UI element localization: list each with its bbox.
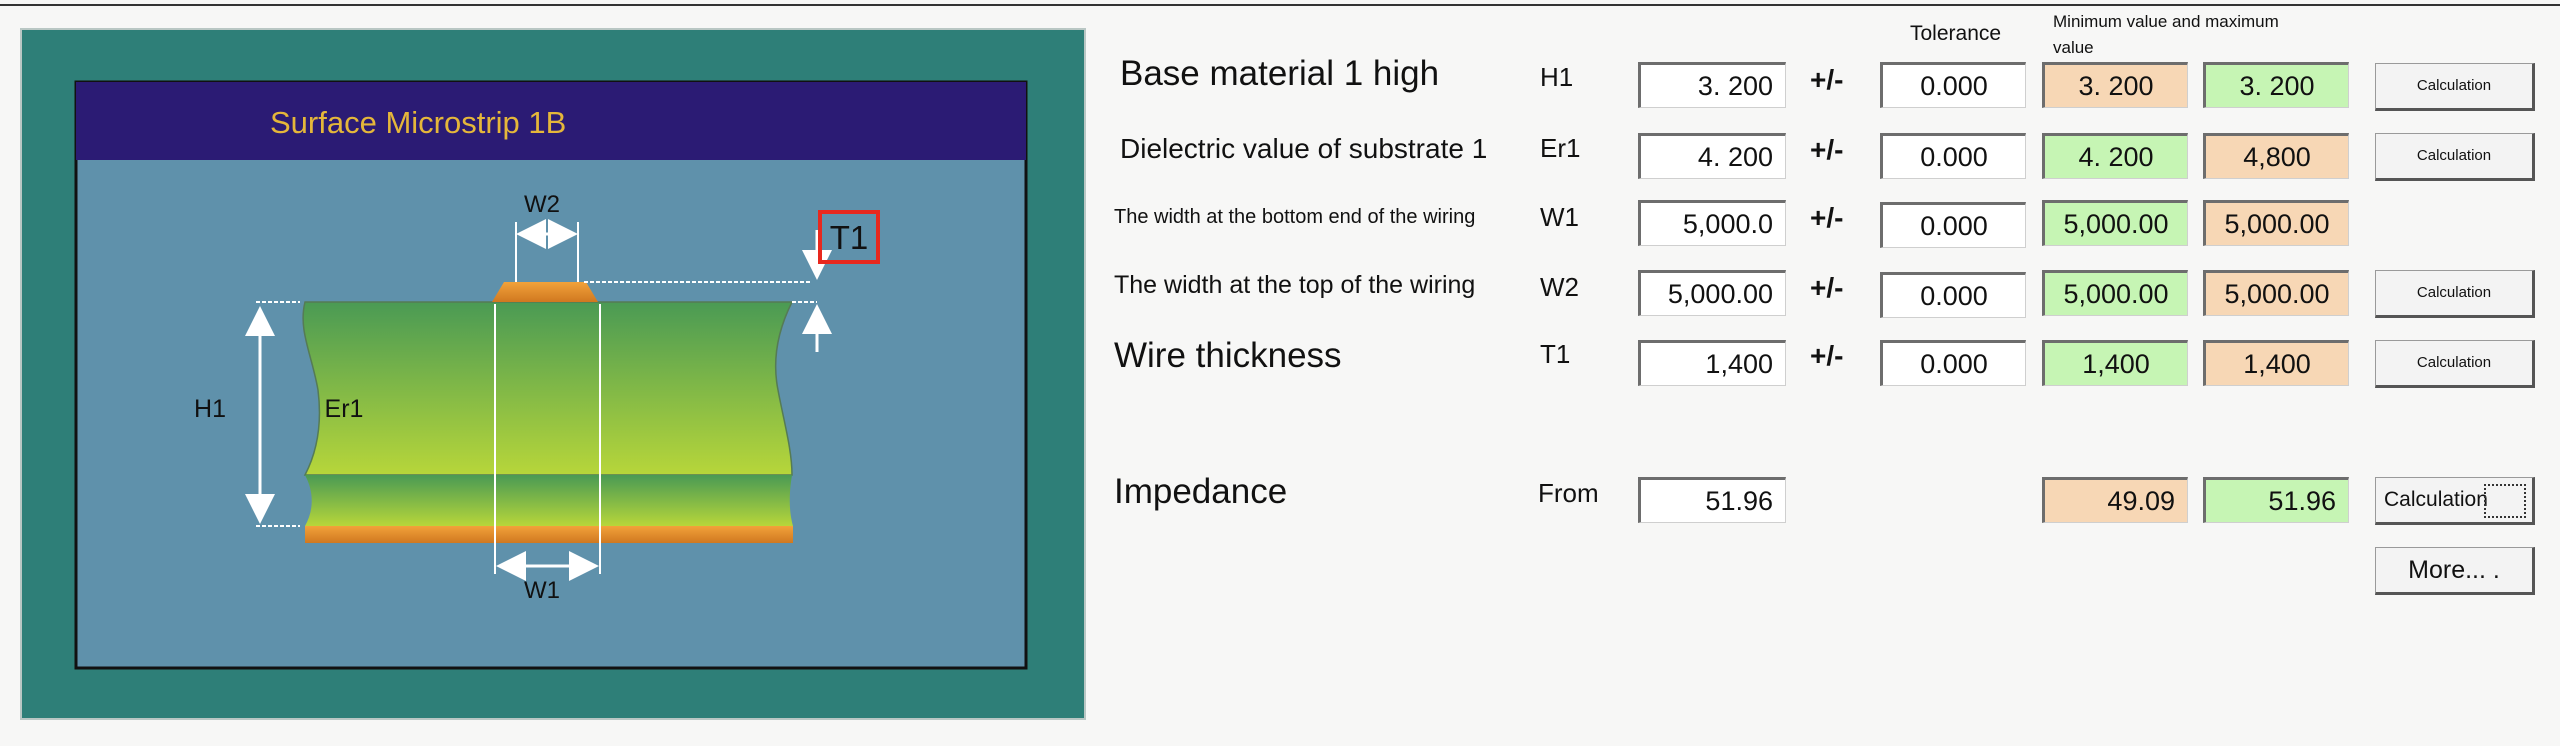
symbol-h1: H1 bbox=[1540, 62, 1574, 92]
w2-max-value: 5,000.00 bbox=[2203, 270, 2349, 316]
t1-min-value: 1,400 bbox=[2042, 340, 2188, 386]
er1-calculation-button[interactable]: Calculation bbox=[2375, 133, 2535, 181]
symbol-er1: Er1 bbox=[1540, 133, 1581, 163]
diagram-title: Surface Microstrip 1B bbox=[270, 105, 566, 140]
w2-calculation-button[interactable]: Calculation bbox=[2375, 270, 2535, 318]
w1-tolerance-field[interactable]: 0.000 bbox=[1880, 202, 2026, 248]
label-impedance: Impedance bbox=[1114, 472, 1288, 511]
top-divider bbox=[0, 4, 2560, 6]
impedance-value-field[interactable]: 51.96 bbox=[1638, 477, 1786, 523]
er1-label: Er1 bbox=[325, 395, 364, 423]
microstrip-diagram: Surface Microstrip 1B W2 W1 H1 Er1 T1 bbox=[74, 80, 1028, 670]
t1-calculation-button[interactable]: Calculation bbox=[2375, 340, 2535, 388]
more-button[interactable]: More... . bbox=[2375, 547, 2535, 595]
er1-min-value: 4. 200 bbox=[2042, 133, 2188, 179]
symbol-t1: T1 bbox=[1540, 339, 1571, 369]
impedance-calculation-button[interactable]: Calculation bbox=[2375, 477, 2535, 525]
impedance-calculation-label: Calculation bbox=[2384, 488, 2488, 511]
substrate bbox=[302, 301, 794, 476]
er1-max-value: 4,800 bbox=[2203, 133, 2349, 179]
impedance-max-value: 51.96 bbox=[2203, 477, 2349, 523]
minmax-header-line2: value bbox=[2053, 38, 2094, 57]
h1-value-field[interactable]: 3. 200 bbox=[1638, 62, 1786, 108]
impedance-min-value: 49.09 bbox=[2042, 477, 2188, 523]
w2-value-field[interactable]: 5,000.00 bbox=[1638, 270, 1786, 316]
t1-tolerance-field[interactable]: 0.000 bbox=[1880, 340, 2026, 386]
w2-plus-minus: +/- bbox=[1810, 272, 1844, 303]
ground-plane bbox=[305, 526, 793, 543]
h1-calculation-button[interactable]: Calculation bbox=[2375, 63, 2535, 111]
er1-value-field[interactable]: 4. 200 bbox=[1638, 133, 1786, 179]
h1-plus-minus: +/- bbox=[1810, 64, 1844, 95]
label-wire-thickness: Wire thickness bbox=[1114, 336, 1342, 375]
minmax-header-line1: Minimum value and maximum bbox=[2053, 12, 2279, 31]
symbol-w2: W2 bbox=[1540, 272, 1579, 302]
label-width-bottom: The width at the bottom end of the wirin… bbox=[1114, 206, 1476, 228]
label-dielectric-value: Dielectric value of substrate 1 bbox=[1120, 133, 1488, 164]
h1-max-value: 3. 200 bbox=[2203, 62, 2349, 108]
h1-label: H1 bbox=[194, 395, 226, 423]
er1-plus-minus: +/- bbox=[1810, 134, 1844, 165]
w2-tolerance-field[interactable]: 0.000 bbox=[1880, 272, 2026, 318]
t1-label: T1 bbox=[830, 219, 869, 256]
diagram-panel: Surface Microstrip 1B W2 W1 H1 Er1 T1 bbox=[20, 28, 1086, 720]
w1-value-field[interactable]: 5,000.0 bbox=[1638, 200, 1786, 246]
w2-label: W2 bbox=[524, 191, 560, 218]
t1-plus-minus: +/- bbox=[1810, 340, 1844, 371]
label-base-material-height: Base material 1 high bbox=[1120, 54, 1440, 93]
er1-tolerance-field[interactable]: 0.000 bbox=[1880, 133, 2026, 179]
t1-max-value: 1,400 bbox=[2203, 340, 2349, 386]
h1-min-value: 3. 200 bbox=[2042, 62, 2188, 108]
impedance-from-label: From bbox=[1538, 478, 1599, 508]
t1-value-field[interactable]: 1,400 bbox=[1638, 340, 1786, 386]
focus-indicator bbox=[2484, 484, 2526, 518]
substrate-lower bbox=[305, 475, 793, 526]
w1-max-value: 5,000.00 bbox=[2203, 200, 2349, 246]
tolerance-header: Tolerance bbox=[1910, 22, 2002, 45]
w1-min-value: 5,000.00 bbox=[2042, 200, 2188, 246]
trace bbox=[492, 282, 598, 302]
w1-plus-minus: +/- bbox=[1810, 202, 1844, 233]
w1-label: W1 bbox=[524, 577, 560, 604]
w2-min-value: 5,000.00 bbox=[2042, 270, 2188, 316]
label-width-top: The width at the top of the wiring bbox=[1114, 271, 1476, 299]
h1-tolerance-field[interactable]: 0.000 bbox=[1880, 62, 2026, 108]
symbol-w1: W1 bbox=[1540, 202, 1579, 232]
